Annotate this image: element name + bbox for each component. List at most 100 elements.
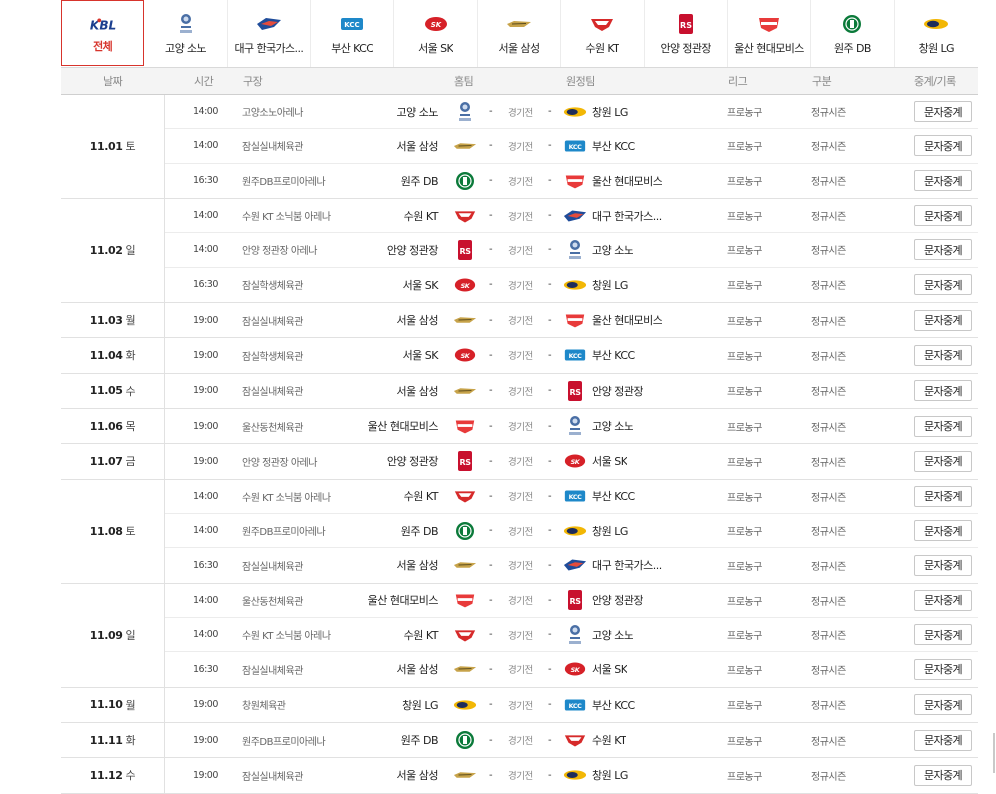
- text-broadcast-button[interactable]: 문자중계: [914, 170, 972, 192]
- game-type: 정규시즌: [811, 561, 846, 573]
- text-broadcast-button[interactable]: 문자중계: [914, 135, 972, 157]
- text-broadcast-button[interactable]: 문자중계: [914, 554, 972, 576]
- text-broadcast-button[interactable]: 문자중계: [914, 101, 972, 123]
- home-team[interactable]: 서울 삼성: [397, 767, 439, 783]
- home-team[interactable]: 원주 DB: [401, 173, 439, 189]
- away-team[interactable]: 고양 소노: [592, 242, 633, 258]
- home-team-logo-icon: [453, 765, 477, 785]
- home-team[interactable]: 울산 현대모비스: [368, 592, 439, 608]
- venue: 잠실실내체육관: [242, 665, 303, 677]
- text-broadcast-button[interactable]: 문자중계: [914, 415, 972, 437]
- away-team[interactable]: 고양 소노: [592, 627, 633, 643]
- tab-kcc[interactable]: KCC 부산 KCC: [311, 0, 395, 67]
- text-broadcast-button[interactable]: 문자중계: [914, 729, 972, 751]
- away-team[interactable]: 서울 SK: [592, 453, 627, 469]
- away-team[interactable]: 울산 현대모비스: [592, 312, 662, 328]
- tab-kbl[interactable]: KBL 전체: [61, 0, 145, 66]
- away-team[interactable]: 부산 KCC: [592, 347, 635, 363]
- away-team[interactable]: 대구 한국가스...: [592, 208, 662, 224]
- home-team[interactable]: 수원 KT: [404, 488, 439, 504]
- text-broadcast-button[interactable]: 문자중계: [914, 485, 972, 507]
- text-broadcast-button[interactable]: 문자중계: [914, 450, 972, 472]
- kcc-logo-icon: KCC: [338, 13, 366, 35]
- home-team-logo-icon: [453, 555, 477, 575]
- league: 프로농구: [727, 561, 762, 573]
- home-team[interactable]: 서울 SK: [403, 347, 439, 363]
- score-dash: -: [548, 279, 552, 291]
- day-of-week: 금: [125, 455, 136, 469]
- tab-lg[interactable]: 창원 LG: [895, 0, 978, 67]
- away-team[interactable]: 부산 KCC: [592, 488, 635, 504]
- league: 프로농구: [727, 596, 762, 608]
- away-team[interactable]: 창원 LG: [592, 104, 628, 120]
- day-of-week: 수: [125, 769, 136, 783]
- text-broadcast-button[interactable]: 문자중계: [914, 624, 972, 646]
- text-broadcast-button[interactable]: 문자중계: [914, 274, 972, 296]
- away-team[interactable]: 창원 LG: [592, 767, 628, 783]
- tab-sono[interactable]: 고양 소노: [144, 0, 228, 67]
- text-broadcast-button[interactable]: 문자중계: [914, 520, 972, 542]
- table-row: 14:00 원주DB프로미아레나 원주 DB - 경기전 - 창원 LG 프로농구 정규시즌 문자…: [165, 514, 978, 549]
- home-team[interactable]: 서울 삼성: [397, 138, 439, 154]
- home-team[interactable]: 수원 KT: [404, 627, 439, 643]
- home-team[interactable]: 서울 삼성: [397, 661, 439, 677]
- score-dash: -: [548, 559, 552, 571]
- home-team[interactable]: 서울 삼성: [397, 383, 439, 399]
- score-dash: -: [548, 525, 552, 537]
- away-team[interactable]: 안양 정관장: [592, 592, 643, 608]
- text-broadcast-button[interactable]: 문자중계: [914, 309, 972, 331]
- home-team[interactable]: 안양 정관장: [387, 242, 439, 258]
- table-row: 14:00 울산동천체육관 울산 현대모비스 - 경기전 - RS 안양 정관장 프로농구 정규시…: [165, 584, 978, 618]
- tab-db[interactable]: 원주 DB: [811, 0, 895, 67]
- away-team[interactable]: 고양 소노: [592, 418, 633, 434]
- home-team[interactable]: 원주 DB: [401, 523, 439, 539]
- home-team[interactable]: 서울 삼성: [397, 557, 439, 573]
- away-team[interactable]: 창원 LG: [592, 277, 628, 293]
- text-broadcast-button[interactable]: 문자중계: [914, 764, 972, 786]
- text-broadcast-button[interactable]: 문자중계: [914, 694, 972, 716]
- tab-kt[interactable]: 수원 KT: [561, 0, 645, 67]
- table-row: 16:30 잠실실내체육관 서울 삼성 - 경기전 - SK 서울 SK 프로농구 정규시즌 문자중…: [165, 652, 978, 686]
- away-team[interactable]: 울산 현대모비스: [592, 173, 662, 189]
- venue: 수원 KT 소닉붐 아레나: [242, 212, 331, 224]
- home-team[interactable]: 서울 SK: [403, 277, 439, 293]
- header-broadcast: 중계/기록: [914, 75, 956, 88]
- league: 프로농구: [727, 108, 762, 120]
- svg-text:SK: SK: [571, 666, 581, 674]
- away-team[interactable]: 대구 한국가스...: [592, 557, 662, 573]
- score-dash: -: [489, 210, 493, 222]
- home-team[interactable]: 창원 LG: [402, 697, 438, 713]
- tab-mobis[interactable]: 울산 현대모비스: [728, 0, 812, 67]
- tab-jgj[interactable]: RS 안양 정관장: [645, 0, 728, 67]
- text-broadcast-button[interactable]: 문자중계: [914, 239, 972, 261]
- home-team[interactable]: 울산 현대모비스: [368, 418, 439, 434]
- text-broadcast-button[interactable]: 문자중계: [914, 589, 972, 611]
- tab-sk[interactable]: SK 서울 SK: [394, 0, 478, 67]
- tab-samsung[interactable]: 서울 삼성: [478, 0, 562, 67]
- away-team[interactable]: 부산 KCC: [592, 138, 635, 154]
- away-team[interactable]: 부산 KCC: [592, 697, 635, 713]
- home-team[interactable]: 서울 삼성: [397, 312, 439, 328]
- home-team[interactable]: 고양 소노: [397, 104, 439, 120]
- away-team[interactable]: 안양 정관장: [592, 383, 643, 399]
- home-team[interactable]: 원주 DB: [401, 732, 439, 748]
- away-team[interactable]: 서울 SK: [592, 661, 627, 677]
- venue: 고양소노아레나: [242, 108, 303, 120]
- home-team[interactable]: 안양 정관장: [387, 453, 439, 469]
- text-broadcast-button[interactable]: 문자중계: [914, 344, 972, 366]
- away-team[interactable]: 창원 LG: [592, 523, 628, 539]
- away-team[interactable]: 수원 KT: [592, 732, 626, 748]
- text-broadcast-button[interactable]: 문자중계: [914, 205, 972, 227]
- away-team-logo-icon: SK: [563, 451, 587, 471]
- tab-gas[interactable]: 대구 한국가스...: [228, 0, 312, 67]
- away-team-logo-icon: KCC: [563, 695, 587, 715]
- text-broadcast-button[interactable]: 문자중계: [914, 658, 972, 680]
- scrollbar[interactable]: [993, 733, 995, 773]
- game-time: 19:00: [193, 349, 218, 361]
- text-broadcast-button[interactable]: 문자중계: [914, 380, 972, 402]
- date-value: 11.09: [89, 628, 123, 642]
- home-team[interactable]: 수원 KT: [404, 208, 439, 224]
- score-dash: -: [548, 663, 552, 675]
- table-row: 19:00 잠실실내체육관 서울 삼성 - 경기전 - RS 안양 정관장 프로농구 정규시즌 문자…: [165, 374, 978, 408]
- table-row: 14:00 수원 KT 소닉붐 아레나 수원 KT - 경기전 - 고양 소노 프로농구 정규시…: [165, 618, 978, 653]
